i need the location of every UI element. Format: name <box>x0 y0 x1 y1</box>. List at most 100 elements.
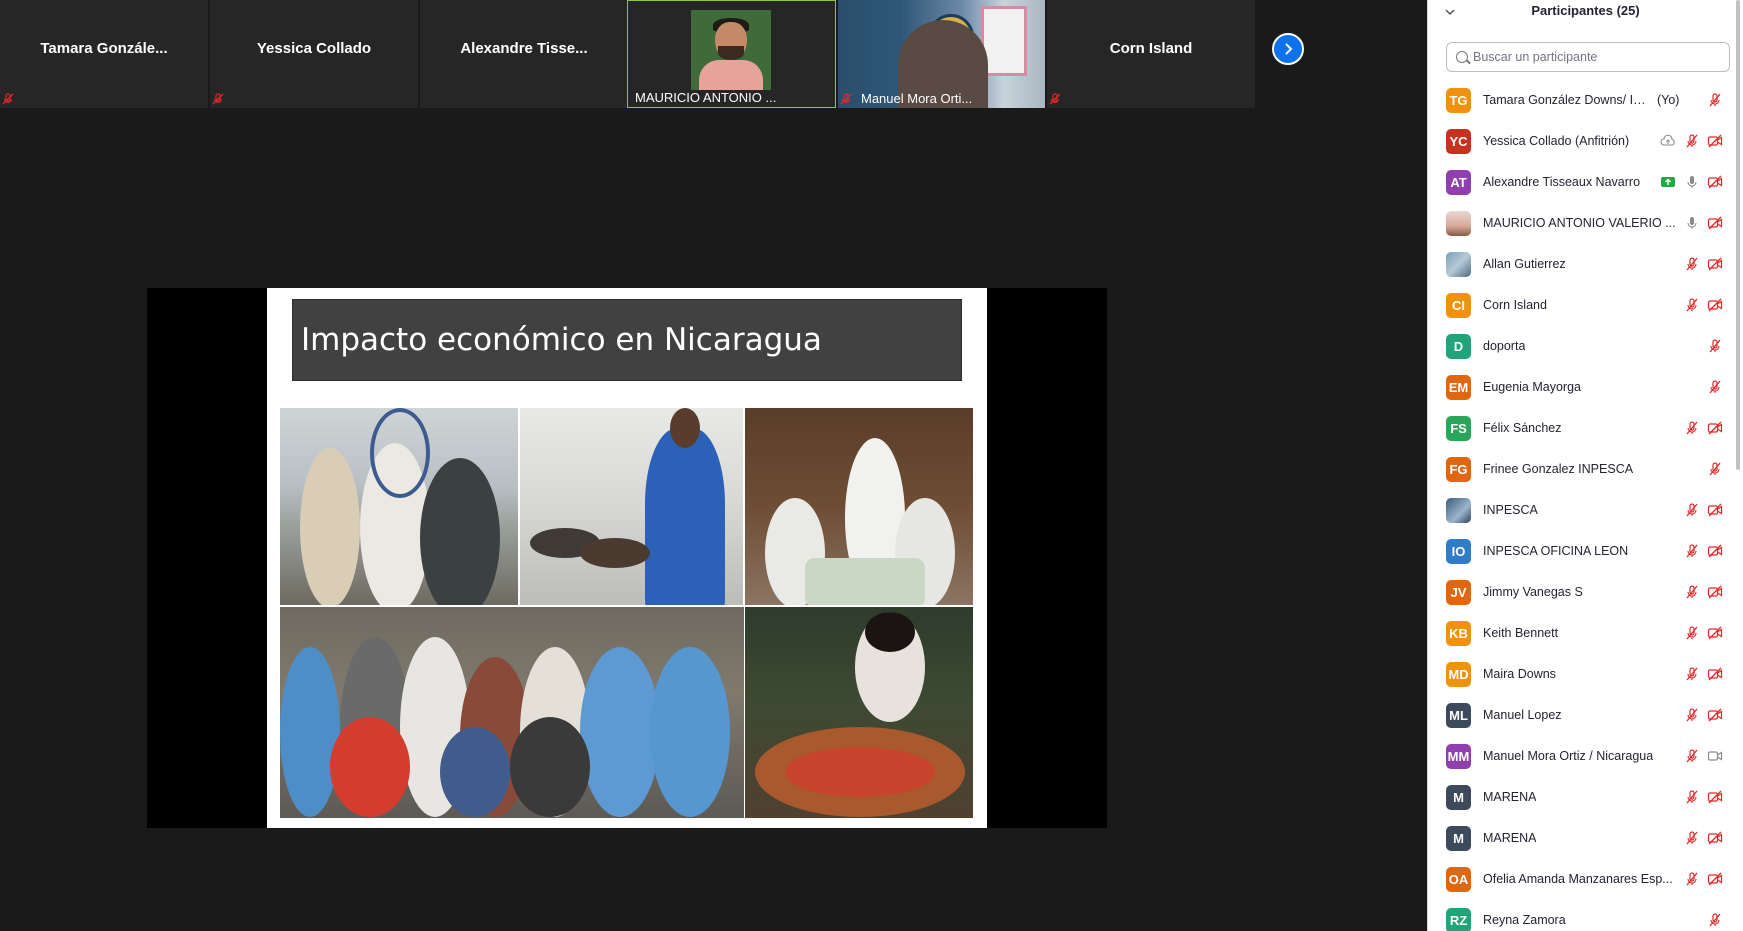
participant-row[interactable]: AT Alexandre Tisseaux Navarro <box>1428 162 1743 203</box>
participant-name: Frinee Gonzalez INPESCA <box>1483 462 1634 476</box>
mic-muted-icon[interactable] <box>1707 461 1723 477</box>
mic-muted-icon[interactable] <box>1684 420 1700 436</box>
participant-row[interactable]: MM Manuel Mora Ortiz / Nicaragua <box>1428 736 1743 777</box>
mic-muted-icon[interactable] <box>1684 789 1700 805</box>
video-tile[interactable]: Alexandre Tisse... <box>420 0 629 108</box>
avatar: YC <box>1446 129 1471 154</box>
avatar <box>1446 211 1471 236</box>
participant-row[interactable]: MAURICIO ANTONIO VALERIO ... <box>1428 203 1743 244</box>
mic-muted-icon[interactable] <box>1684 502 1700 518</box>
video-off-icon[interactable] <box>1707 543 1723 559</box>
participant-row[interactable]: MD Maira Downs <box>1428 654 1743 695</box>
video-off-icon[interactable] <box>1707 625 1723 641</box>
participant-row[interactable]: IO INPESCA OFICINA LEON <box>1428 531 1743 572</box>
participant-row[interactable]: Ddoporta <box>1428 326 1743 367</box>
participant-row[interactable]: INPESCA <box>1428 490 1743 531</box>
video-tile[interactable]: Tamara Gonzále... <box>0 0 209 108</box>
video-off-icon[interactable] <box>1707 297 1723 313</box>
mic-icon[interactable] <box>1684 215 1700 231</box>
mic-muted-icon[interactable] <box>1684 584 1700 600</box>
participant-row[interactable]: JV Jimmy Vanegas S <box>1428 572 1743 613</box>
participant-name: Manuel Mora Ortiz / Nicaragua <box>1483 749 1654 763</box>
participant-row[interactable]: OA Ofelia Amanda Manzanares Esp... <box>1428 859 1743 900</box>
slide-title-bar: Impacto económico en Nicaragua <box>292 299 962 381</box>
participant-name: Jimmy Vanegas S <box>1483 585 1583 599</box>
slide-photo <box>745 408 973 605</box>
avatar: KB <box>1446 621 1471 646</box>
scrollbar-thumb[interactable] <box>1736 0 1740 470</box>
participant-name: Keith Bennett <box>1483 626 1559 640</box>
video-off-icon[interactable] <box>1707 584 1723 600</box>
mic-muted-icon[interactable] <box>1707 379 1723 395</box>
mic-muted-icon[interactable] <box>1684 830 1700 846</box>
video-tile[interactable]: Manuel Mora Orti... <box>838 0 1046 108</box>
participant-name: MAURICIO ANTONIO ... <box>635 90 777 105</box>
avatar: MM <box>1446 744 1471 769</box>
shared-screen: Impacto económico en Nicaragua <box>147 288 1107 828</box>
participant-name: Tamara Gonzále... <box>40 40 168 57</box>
video-off-icon[interactable] <box>1707 666 1723 682</box>
mic-muted-icon[interactable] <box>1684 871 1700 887</box>
participant-row[interactable]: ML Manuel Lopez <box>1428 695 1743 736</box>
participant-name: Ofelia Amanda Manzanares Esp... <box>1483 872 1673 886</box>
participant-row[interactable]: M MARENA <box>1428 777 1743 818</box>
video-tile-active-speaker[interactable]: MAURICIO ANTONIO ... <box>627 0 836 108</box>
cloud-record-icon[interactable] <box>1660 133 1676 149</box>
mic-muted-icon[interactable] <box>1684 133 1700 149</box>
mic-muted-icon[interactable] <box>1684 707 1700 723</box>
video-off-icon[interactable] <box>1707 789 1723 805</box>
video-off-icon[interactable] <box>1707 215 1723 231</box>
video-off-icon[interactable] <box>1707 174 1723 190</box>
mic-muted-icon[interactable] <box>1684 297 1700 313</box>
participant-search[interactable] <box>1446 42 1730 72</box>
mic-muted-icon[interactable] <box>1684 543 1700 559</box>
video-off-icon[interactable] <box>1707 502 1723 518</box>
participant-name: Maira Downs <box>1483 667 1556 681</box>
participant-row[interactable]: CI Corn Island <box>1428 285 1743 326</box>
presentation-slide: Impacto económico en Nicaragua <box>267 288 987 828</box>
mic-muted-icon[interactable] <box>1684 748 1700 764</box>
video-icon[interactable] <box>1707 748 1723 764</box>
mic-muted-icon[interactable] <box>1707 338 1723 354</box>
mic-muted-icon <box>1049 93 1061 105</box>
mic-muted-icon[interactable] <box>1707 912 1723 928</box>
video-off-icon[interactable] <box>1707 871 1723 887</box>
mic-muted-icon[interactable] <box>1707 92 1723 108</box>
scrollbar[interactable] <box>1735 0 1741 931</box>
screen-share-icon[interactable] <box>1660 174 1676 190</box>
mic-muted-icon[interactable] <box>1684 256 1700 272</box>
participant-row[interactable]: KB Keith Bennett <box>1428 613 1743 654</box>
avatar: OA <box>1446 867 1471 892</box>
video-off-icon[interactable] <box>1707 830 1723 846</box>
video-tile[interactable]: Yessica Collado <box>210 0 419 108</box>
video-off-icon[interactable] <box>1707 133 1723 149</box>
avatar: CI <box>1446 293 1471 318</box>
participant-row[interactable]: TG Tamara González Downs/ INPE... (Yo) <box>1428 80 1743 121</box>
video-filmstrip: Tamara Gonzále... Yessica Collado Alexan… <box>0 0 1304 108</box>
search-input[interactable] <box>1473 48 1723 66</box>
next-page-button[interactable] <box>1272 33 1304 65</box>
avatar: MD <box>1446 662 1471 687</box>
mic-muted-icon <box>2 93 14 105</box>
participant-row[interactable]: YC Yessica Collado (Anfitrión) <box>1428 121 1743 162</box>
participant-name: INPESCA <box>1483 503 1538 517</box>
video-off-icon[interactable] <box>1707 420 1723 436</box>
participant-row[interactable]: Allan Gutierrez <box>1428 244 1743 285</box>
video-off-icon[interactable] <box>1707 707 1723 723</box>
mic-muted-icon[interactable] <box>1684 666 1700 682</box>
participant-row[interactable]: EM Eugenia Mayorga <box>1428 367 1743 408</box>
avatar: FG <box>1446 457 1471 482</box>
video-off-icon[interactable] <box>1707 256 1723 272</box>
mic-icon[interactable] <box>1684 174 1700 190</box>
avatar: RZ <box>1446 908 1471 931</box>
avatar: D <box>1446 334 1471 359</box>
mic-muted-icon[interactable] <box>1684 625 1700 641</box>
participant-row[interactable]: FG Frinee Gonzalez INPESCA <box>1428 449 1743 490</box>
participant-row[interactable]: RZ Reyna Zamora <box>1428 900 1743 931</box>
participant-row[interactable]: M MARENA <box>1428 818 1743 859</box>
video-tile[interactable]: Corn Island <box>1047 0 1256 108</box>
participant-name: MARENA <box>1483 831 1537 845</box>
participant-name: Yessica Collado <box>256 40 372 57</box>
participant-row[interactable]: FS Félix Sánchez <box>1428 408 1743 449</box>
participant-name: Manuel Lopez <box>1483 708 1562 722</box>
